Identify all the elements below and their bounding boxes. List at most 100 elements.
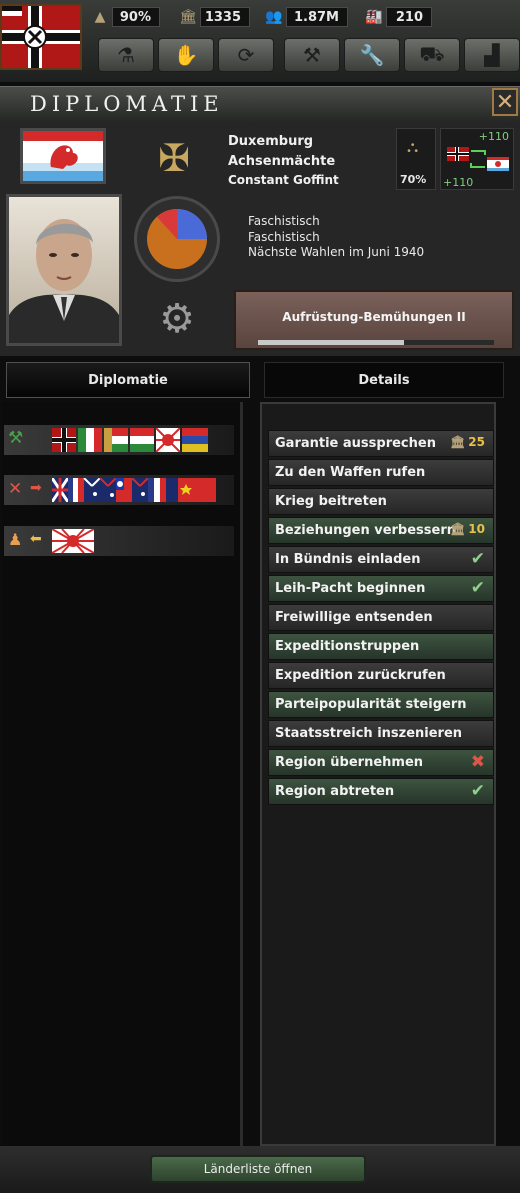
close-button[interactable]: ✕ [492,88,518,116]
focus-progress-track [258,340,494,345]
faction-members-row[interactable]: ⚒ [4,425,234,455]
action-button[interactable]: Region übernehmen ✖ [268,749,494,776]
close-icon: ✕ [495,89,515,115]
stability-icon: ▲ [94,9,106,25]
action-button[interactable]: Zu den Waffen rufen [268,459,494,486]
subject-flag [52,529,94,553]
action-label: Region übernehmen [275,755,424,770]
action-button[interactable]: Region abtreten ✔ [268,778,494,805]
ideology-line-2: Faschistisch [248,230,320,244]
open-country-list-button[interactable]: Länderliste öffnen [150,1155,366,1183]
enemies-row[interactable]: ✕ ➡ [4,475,234,505]
intelligence-icon: ▟ [484,43,500,67]
subject-row[interactable]: ♟ ⬅ [4,526,234,556]
nation-flag[interactable] [0,4,82,70]
factories-value: 210 [386,7,432,27]
action-button[interactable]: In Bündnis einladen ✔ [268,546,494,573]
manpower-value: 1.87M [286,7,348,27]
construction-button[interactable]: ⚒ [284,38,340,72]
industry-wrench-icon: ⚙ [159,296,195,342]
faction-emblem[interactable]: ✠ [138,128,210,188]
relations-list [2,402,243,1146]
tab-details[interactable]: Details [264,362,504,398]
relation-bottom-value: +110 [443,176,474,189]
crossed-swords-icon: ✕ [8,479,23,499]
political-power-stat[interactable]: 🏛 1335 [176,6,250,28]
trade-icon: ⟳ [237,43,255,67]
action-button[interactable]: Expedition zurückrufen [268,662,494,689]
lion-flag-icon [23,131,103,181]
action-button[interactable]: Freiwillige entsenden [268,604,494,631]
national-focus-emblem[interactable]: ⚙ [140,288,214,350]
action-button[interactable]: Garantie aussprechen 🏛 25 [268,430,494,457]
tab-diplomacy[interactable]: Diplomatie [6,362,250,398]
political-power-icon: 🏛 [450,522,466,536]
action-button[interactable]: Expeditionstruppen [268,633,494,660]
faction-name: Achsenmächte [228,154,336,169]
opinion-box[interactable]: ⛬ 70% [396,128,436,190]
action-button[interactable]: Staatsstreich inszenieren [268,720,494,747]
elections-text: Nächste Wahlen im Juni 1940 [248,245,425,259]
ideology-pie-chart [147,209,207,269]
panel-title: Diplomatie [30,92,224,116]
country-flag[interactable] [20,128,106,184]
country-name: Duxemburg [228,134,314,149]
action-label: Expedition zurückrufen [275,668,446,683]
opinion-value: 70% [400,173,427,186]
ideology-line-1: Faschistisch [248,214,320,228]
check-icon: ✔ [470,781,485,801]
trade-button[interactable]: ⟳ [218,38,274,72]
check-icon: ✔ [470,578,485,598]
action-label: Garantie aussprechen [275,436,436,451]
ideology-pie[interactable] [134,196,220,282]
arrow-left-icon: ⬅ [30,531,42,547]
political-power-value: 1335 [200,7,250,27]
reich-flag-icon [2,6,80,68]
action-label: Expeditionstruppen [275,639,420,654]
action-label: Krieg beitreten [275,494,387,509]
action-label: Freiwillige entsenden [275,610,433,625]
action-button[interactable]: Parteipopularität steigern [268,691,494,718]
relations-box[interactable]: +110 +110 [440,128,514,190]
focus-name: Aufrüstung-Bemühungen II [282,310,466,324]
action-label: Leih-Pacht beginnen [275,581,426,596]
action-label: Staatsstreich inszenieren [275,726,463,741]
opinion-icon: ⛬ [407,137,419,156]
stability-stat[interactable]: ▲ 90% [88,6,160,28]
intelligence-button[interactable]: ▟ [464,38,520,72]
leader-portrait[interactable] [6,194,122,346]
relation-flags-icon [447,147,509,171]
production-button[interactable]: 🔧 [344,38,400,72]
research-icon: ⚗ [117,43,135,67]
arrow-right-icon: ➡ [30,480,42,496]
factory-icon: 🏭 [365,9,383,25]
action-label: Zu den Waffen rufen [275,465,426,480]
wrench-icon: 🔧 [359,43,385,67]
check-icon: ✔ [470,549,485,569]
leader-name: Constant Goffint [228,173,339,187]
action-button[interactable]: Leih-Pacht beginnen ✔ [268,575,494,602]
crossed-hammers-icon: ⚒ [8,428,24,448]
action-button[interactable]: Beziehungen verbessern 🏛 10 [268,517,494,544]
logistics-button[interactable]: ⛟ [404,38,460,72]
manpower-icon: 👥 [265,9,283,25]
action-cost: 🏛 25 [450,435,485,449]
faction-flags [52,428,208,452]
factories-stat[interactable]: 🏭 210 [362,6,432,28]
stability-value: 90% [112,7,160,27]
action-cost-value: 10 [468,522,485,536]
national-focus-banner[interactable]: Aufrüstung-Bemühungen II [234,290,514,350]
research-button[interactable]: ⚗ [98,38,154,72]
action-cost-value: 25 [468,435,485,449]
pawn-icon: ♟ [8,530,23,549]
action-button[interactable]: Krieg beitreten [268,488,494,515]
diplomacy-button[interactable]: ✋ [158,38,214,72]
manpower-stat[interactable]: 👥 1.87M [262,6,348,28]
political-power-icon: 🏛 [450,435,466,449]
construction-icon: ⚒ [303,43,321,67]
bank-icon: 🏛 [179,9,197,25]
action-label: Parteipopularität steigern [275,697,467,712]
focus-progress-fill [258,340,405,345]
cross-icon: ✖ [470,752,485,772]
handshake-icon: ✋ [173,43,199,67]
